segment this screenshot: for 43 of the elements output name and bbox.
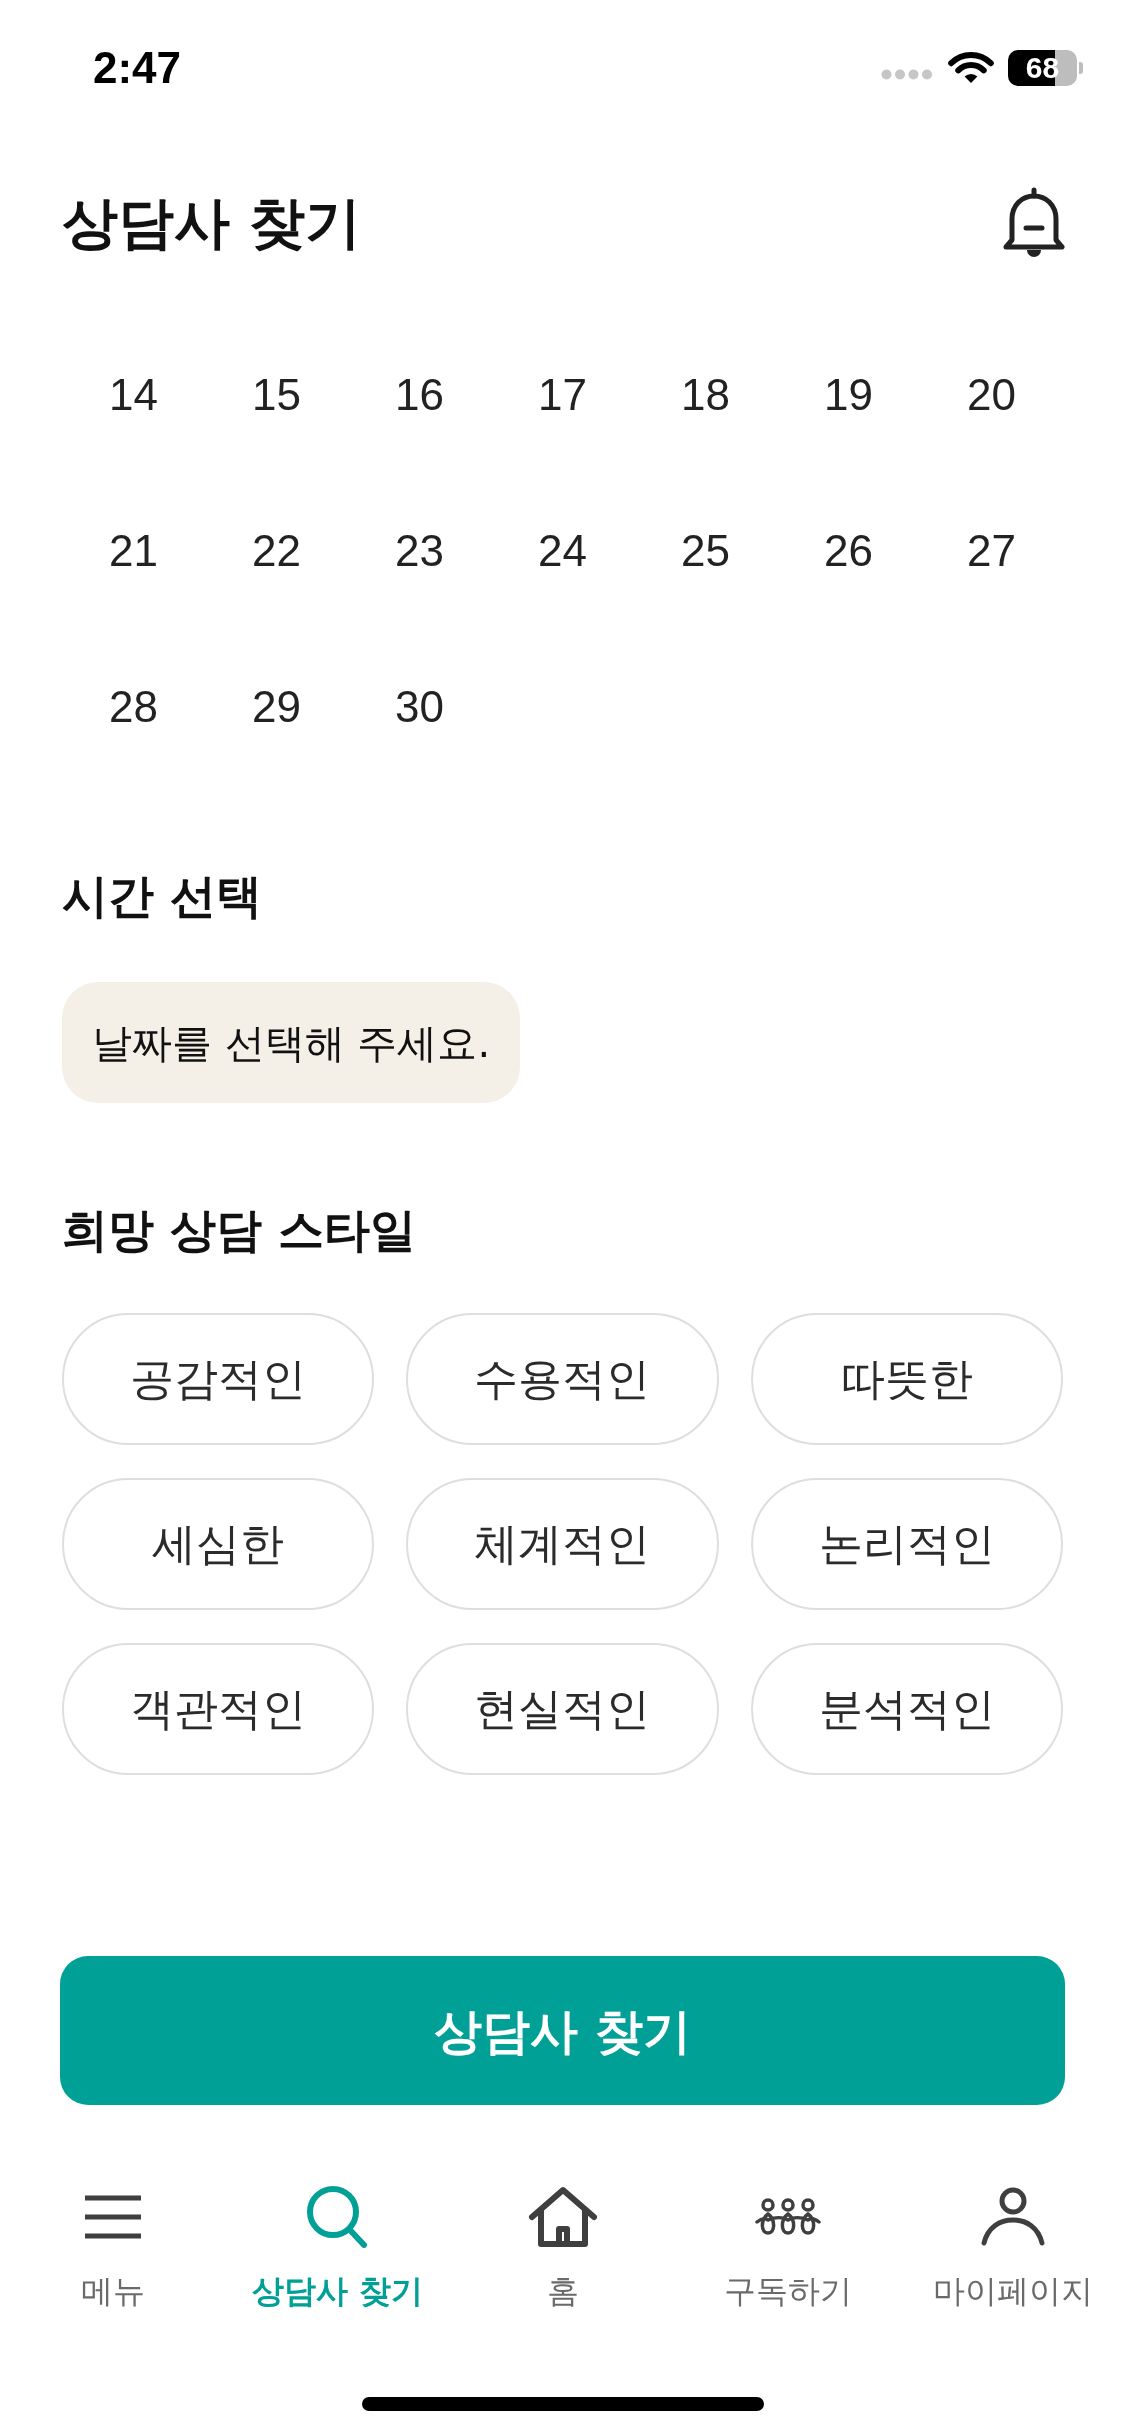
menu-icon (84, 2195, 141, 2239)
section-title: 시간 선택 (62, 868, 262, 925)
style-chip[interactable]: 객관적인 (62, 1643, 375, 1775)
house-icon (527, 2186, 598, 2248)
calendar-day[interactable]: 22 (252, 525, 301, 577)
style-chip[interactable]: 분석적인 (750, 1643, 1063, 1775)
calendar-day[interactable]: 27 (967, 525, 1016, 577)
tab-bar-item[interactable]: 메뉴 (80, 2167, 145, 2315)
calendar-day[interactable]: 29 (252, 681, 301, 733)
signal-dots-icon (881, 68, 933, 80)
calendar-day[interactable]: 18 (681, 369, 730, 421)
calendar-day[interactable]: 26 (824, 525, 873, 577)
calendar-day[interactable]: 30 (395, 681, 444, 733)
tab-bar-item[interactable]: 홈 (527, 2167, 598, 2315)
page-title: 상담사 찾기 (62, 188, 362, 257)
status-time: 2:47 (93, 46, 182, 90)
calendar-day[interactable]: 14 (109, 369, 158, 421)
search-icon (306, 2185, 369, 2249)
style-chip[interactable]: 공감적인 (62, 1313, 375, 1445)
calendar-day[interactable]: 19 (824, 369, 873, 421)
calendar-day[interactable]: 20 (967, 369, 1016, 421)
people-group-icon (754, 2198, 821, 2236)
style-chip[interactable]: 체계적인 (406, 1478, 719, 1610)
person-icon (979, 2187, 1046, 2247)
calendar-day[interactable]: 28 (109, 681, 158, 733)
bell-icon[interactable] (1002, 186, 1066, 259)
tab-bar-item[interactable]: 구독하기 (723, 2167, 852, 2315)
calendar-day[interactable]: 17 (538, 369, 587, 421)
wifi-icon (948, 51, 994, 85)
calendar-day[interactable]: 16 (395, 369, 444, 421)
calendar-day[interactable]: 21 (109, 525, 158, 577)
style-chip[interactable]: 수용적인 (406, 1313, 719, 1445)
calendar-day[interactable]: 15 (252, 369, 301, 421)
tab-bar-item[interactable]: 마이페이지 (932, 2167, 1093, 2315)
style-chip[interactable]: 논리적인 (750, 1478, 1063, 1610)
style-chip[interactable]: 현실적인 (406, 1643, 719, 1775)
section-title: 희망 상담 스타일 (62, 1202, 417, 1259)
style-chip[interactable]: 따뜻한 (750, 1313, 1063, 1445)
calendar-day[interactable]: 25 (681, 525, 730, 577)
calendar-day[interactable]: 23 (395, 525, 444, 577)
date-prompt-message: 날짜를 선택해 주세요. (62, 982, 521, 1103)
style-chip[interactable]: 세심한 (62, 1478, 375, 1610)
calendar-day[interactable]: 24 (538, 525, 587, 577)
